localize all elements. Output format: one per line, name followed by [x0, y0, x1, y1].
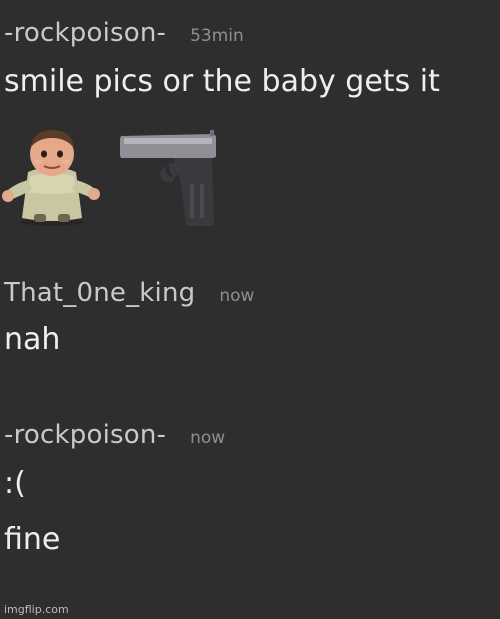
watermark: imgflip.com	[4, 603, 69, 616]
chat-message: That_0ne_king now nah	[4, 278, 496, 358]
message-header: That_0ne_king now	[4, 278, 496, 310]
chat-message: -rockpoison- 53min smile pics or the bab…	[4, 18, 496, 100]
chat-message: -rockpoison- now :( fine	[4, 420, 496, 558]
message-header: -rockpoison- 53min	[4, 18, 496, 50]
message-text: smile pics or the baby gets it	[4, 64, 440, 99]
emoji-row	[0, 126, 230, 230]
baby-emoji	[2, 130, 100, 226]
timestamp: now	[219, 286, 255, 306]
chat-log: -rockpoison- 53min smile pics or the bab…	[0, 0, 500, 619]
username[interactable]: -rockpoison-	[4, 18, 166, 48]
pistol-emoji	[120, 130, 216, 226]
message-text: nah	[4, 322, 61, 357]
username[interactable]: -rockpoison-	[4, 420, 166, 450]
message-text: fine	[4, 522, 61, 557]
message-text: :(	[4, 466, 26, 501]
timestamp: 53min	[190, 26, 244, 46]
timestamp: now	[190, 428, 226, 448]
username[interactable]: That_0ne_king	[4, 278, 195, 308]
message-header: -rockpoison- now	[4, 420, 496, 452]
